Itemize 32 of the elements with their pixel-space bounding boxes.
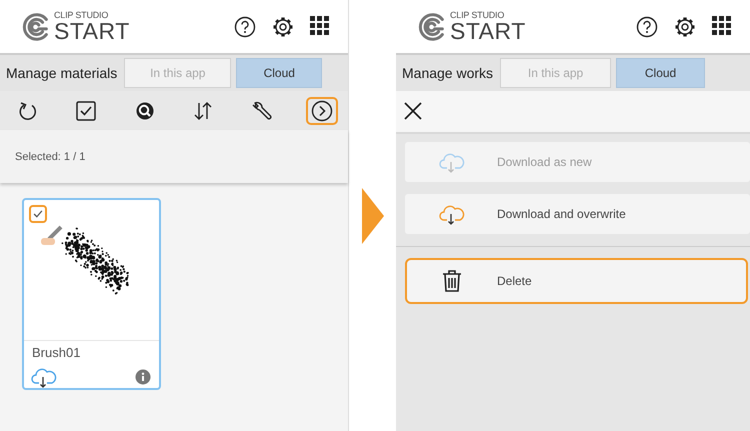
- menu-item[interactable]: Download and overwrite: [405, 194, 750, 234]
- apps-grid-button[interactable]: [310, 16, 332, 38]
- tab[interactable]: Cloud: [616, 58, 706, 88]
- arrow-right-icon: [362, 188, 384, 244]
- cloud-download-icon: [438, 203, 466, 225]
- cloud-download-icon: [30, 366, 58, 388]
- help-button[interactable]: [636, 16, 658, 38]
- select-all-icon: [75, 100, 98, 122]
- apps-grid-button[interactable]: [712, 16, 734, 38]
- settings-button[interactable]: [272, 16, 294, 38]
- logo-title: START: [54, 20, 130, 42]
- chevron-right-icon: [310, 100, 333, 122]
- wrench-icon: [250, 100, 273, 122]
- screen-title: Manage works: [402, 65, 494, 81]
- material-name: Brush01: [32, 345, 82, 360]
- logo-subtitle: CLIP STUDIO: [450, 10, 506, 20]
- menu-item[interactable]: Delete: [405, 258, 748, 304]
- logo-title: START: [450, 20, 526, 42]
- checkbox[interactable]: [29, 205, 47, 223]
- chevron-right-button[interactable]: [306, 96, 338, 124]
- logo-subtitle: CLIP STUDIO: [54, 10, 110, 20]
- refresh-icon: [17, 100, 39, 122]
- tab[interactable]: Cloud: [236, 58, 322, 88]
- help-button[interactable]: [234, 16, 256, 38]
- info-icon: [135, 369, 151, 385]
- selection-count: Selected: 1 / 1: [15, 150, 86, 162]
- material-card[interactable]: Brush01: [22, 198, 161, 390]
- trash-icon: [441, 269, 463, 293]
- screen-title: Manage materials: [6, 65, 118, 81]
- settings-button[interactable]: [674, 16, 696, 38]
- search-icon: [134, 100, 156, 122]
- cloud-download-icon: [438, 151, 466, 173]
